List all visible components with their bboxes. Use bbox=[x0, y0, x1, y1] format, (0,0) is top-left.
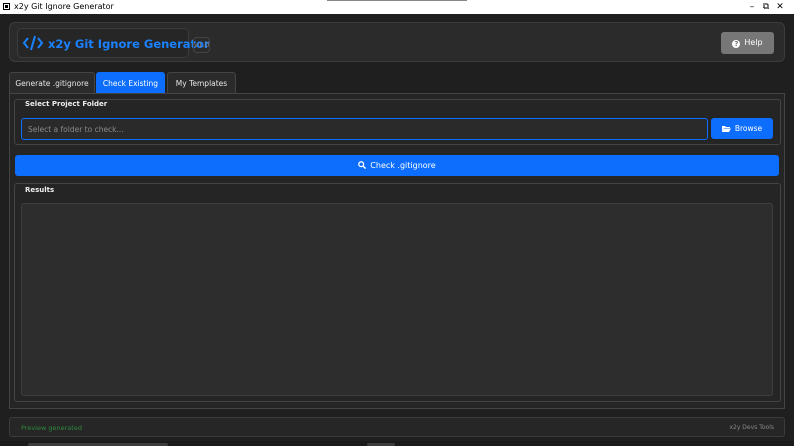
titlebar-accent-line bbox=[327, 0, 467, 1]
question-circle-icon: ? bbox=[732, 40, 741, 48]
browse-label: Browse bbox=[734, 124, 763, 133]
tab-generate[interactable]: Generate .gitignore bbox=[9, 72, 95, 93]
search-icon bbox=[358, 161, 367, 169]
status-bar: Preview generated x2y Devs Tools bbox=[9, 417, 785, 437]
check-gitignore-button[interactable]: Check .gitignore bbox=[15, 155, 779, 176]
folder-path-input[interactable] bbox=[21, 118, 708, 140]
folder-open-icon bbox=[721, 126, 731, 132]
results-title: Results bbox=[25, 186, 55, 194]
check-gitignore-label: Check .gitignore bbox=[370, 161, 436, 170]
browse-button[interactable]: Browse bbox=[711, 118, 773, 139]
app-name: x2y Git Ignore Generator bbox=[48, 37, 210, 51]
taskbar-edge bbox=[0, 441, 794, 446]
version-badge: v1.0 bbox=[193, 37, 210, 53]
window-title: x2y Git Ignore Generator bbox=[14, 2, 114, 11]
tab-my-templates[interactable]: My Templates bbox=[167, 72, 236, 93]
footer-brand: x2y Devs Tools bbox=[729, 424, 774, 431]
results-textarea[interactable] bbox=[21, 203, 773, 396]
brand-block: x2y Git Ignore Generator bbox=[17, 28, 210, 58]
code-icon bbox=[22, 35, 44, 51]
help-label: Help bbox=[744, 38, 763, 47]
folder-section-title: Select Project Folder bbox=[25, 100, 108, 108]
help-button[interactable]: ? Help bbox=[721, 32, 774, 54]
window-titlebar: x2y Git Ignore Generator – ⧉ ✕ bbox=[0, 0, 794, 14]
app-icon bbox=[3, 3, 10, 10]
close-button[interactable]: ✕ bbox=[766, 0, 794, 14]
status-text: Preview generated bbox=[21, 424, 82, 432]
app-header: x2y Git Ignore Generator v1.0 ? Help bbox=[9, 22, 785, 62]
tab-check-existing[interactable]: Check Existing bbox=[96, 72, 165, 93]
